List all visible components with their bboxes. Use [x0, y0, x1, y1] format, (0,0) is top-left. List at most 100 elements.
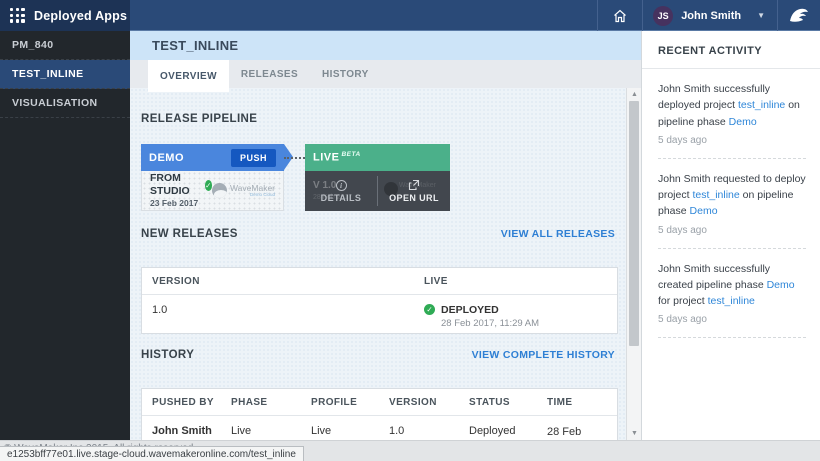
new-releases-table: VERSION LIVE 1.0 ✓ DEPLOYED 28 Feb 2017,…: [141, 267, 618, 334]
avatar: JS: [653, 6, 673, 26]
activity-text-part: for project: [658, 295, 705, 307]
history-heading-row: HISTORY VIEW COMPLETE HISTORY: [141, 349, 615, 361]
table-row: 1.0 ✓ DEPLOYED 28 Feb 2017, 11:29 AM: [142, 295, 617, 330]
wavemaker-logo-button[interactable]: [778, 0, 820, 31]
column-profile: PROFILE: [301, 397, 379, 408]
deployed-apps-window: Deployed Apps JS John Smith ▼ PM_840 TES…: [0, 0, 820, 461]
tab-history[interactable]: HISTORY: [310, 60, 381, 88]
demo-source-label: FROM STUDIO: [150, 172, 200, 198]
pipeline-card-demo: DEMO PUSH FROM STUDIO ✓ 23 Feb 2017: [141, 144, 284, 211]
activity-item: John Smith successfully created pipeline…: [658, 249, 806, 339]
project-link[interactable]: test_inline: [708, 295, 755, 307]
activity-text: John Smith successfully created pipeline…: [658, 261, 806, 310]
activity-item: John Smith successfully deployed project…: [658, 69, 806, 159]
open-url-button[interactable]: OPEN URL: [378, 171, 450, 211]
history-time: 28 Feb 2017,: [537, 425, 617, 440]
phase-link[interactable]: Demo: [690, 205, 718, 217]
vertical-scrollbar[interactable]: ▲ ▼: [626, 88, 641, 440]
scrollbar-thumb[interactable]: [629, 101, 639, 346]
live-card-body: V 1.0 28 Feb 2017 WaveMaker i DETAILS OP…: [305, 171, 450, 211]
history-table-header: PUSHED BY PHASE PROFILE VERSION STATUS T…: [142, 389, 617, 416]
sidebar-item-test-inline[interactable]: TEST_INLINE: [0, 60, 130, 89]
page-header: TEST_INLINE: [130, 31, 641, 60]
activity-separator: [658, 337, 806, 338]
activity-text: John Smith requested to deploy project t…: [658, 171, 806, 220]
pipeline-connector-dotted-line: [284, 157, 305, 159]
apps-grid-icon[interactable]: [10, 8, 25, 23]
column-live: LIVE: [414, 276, 617, 287]
sidebar: PM_840 TEST_INLINE VISUALISATION: [0, 31, 130, 440]
history-status: Deployed: [459, 425, 537, 437]
tab-releases[interactable]: RELEASES: [229, 60, 310, 88]
tab-bar: OVERVIEW RELEASES HISTORY: [130, 60, 641, 88]
phase-link[interactable]: Demo: [729, 116, 757, 128]
release-version: 1.0: [142, 304, 414, 316]
deployed-status: DEPLOYED: [441, 304, 539, 318]
main-area: TEST_INLINE OVERVIEW RELEASES HISTORY RE…: [130, 31, 641, 440]
recent-activity-panel: RECENT ACTIVITY John Smith successfully …: [641, 31, 820, 440]
status-url: e1253bff77e01.live.stage-cloud.wavemaker…: [7, 449, 296, 460]
page-title: TEST_INLINE: [152, 38, 238, 53]
home-icon: [612, 8, 628, 24]
activity-timestamp: 5 days ago: [658, 314, 806, 325]
info-icon: i: [336, 180, 347, 191]
topbar: Deployed Apps JS John Smith ▼: [0, 0, 820, 31]
history-phase: Live: [221, 425, 301, 437]
sidebar-item-visualisation[interactable]: VISUALISATION: [0, 89, 130, 118]
column-version: VERSION: [379, 397, 459, 408]
user-name: John Smith: [681, 10, 741, 22]
activity-item: John Smith requested to deploy project t…: [658, 159, 806, 249]
pipeline-card-live: LIVEBETA V 1.0 28 Feb 2017 WaveMaker i D…: [305, 144, 450, 211]
demo-card-body: FROM STUDIO ✓ 23 Feb 2017 WaveMaker Demo…: [141, 171, 284, 211]
new-releases-heading-row: NEW RELEASES VIEW ALL RELEASES: [141, 228, 615, 240]
deployed-time: 28 Feb 2017, 11:29 AM: [441, 318, 539, 330]
details-label: DETAILS: [321, 193, 362, 203]
user-menu[interactable]: JS John Smith ▼: [643, 0, 777, 31]
activity-timestamp: 5 days ago: [658, 135, 806, 146]
new-releases-table-header: VERSION LIVE: [142, 268, 617, 295]
scroll-up-arrow[interactable]: ▲: [627, 88, 642, 101]
history-table: PUSHED BY PHASE PROFILE VERSION STATUS T…: [141, 388, 618, 440]
demo-date: 23 Feb 2017: [150, 198, 212, 209]
chevron-down-icon: ▼: [757, 11, 765, 20]
overview-content: RELEASE PIPELINE DEMO PUSH FROM STUDIO ✓…: [130, 88, 641, 440]
deployed-check-icon: ✓: [424, 304, 435, 315]
wavemaker-wave-icon: [789, 7, 809, 25]
view-complete-history-link[interactable]: VIEW COMPLETE HISTORY: [472, 349, 615, 361]
recent-activity-heading: RECENT ACTIVITY: [658, 45, 806, 57]
history-version: 1.0: [379, 425, 459, 437]
open-url-label: OPEN URL: [389, 193, 439, 203]
demo-phase-name: DEMO: [149, 152, 184, 164]
demo-card-header: DEMO PUSH: [141, 144, 284, 171]
sidebar-item-pm-840[interactable]: PM_840: [0, 31, 130, 60]
open-url-icon: [408, 179, 420, 191]
beta-badge: BETA: [341, 151, 360, 158]
project-link[interactable]: test_inline: [738, 99, 785, 111]
push-button[interactable]: PUSH: [231, 149, 276, 167]
topbar-actions: JS John Smith ▼: [597, 0, 820, 31]
browser-status-tooltip: e1253bff77e01.live.stage-cloud.wavemaker…: [0, 446, 304, 461]
column-pushed-by: PUSHED BY: [142, 397, 221, 408]
new-releases-heading: NEW RELEASES: [141, 228, 238, 240]
activity-text: John Smith successfully deployed project…: [658, 81, 806, 130]
activity-timestamp: 5 days ago: [658, 225, 806, 236]
project-link[interactable]: test_inline: [692, 189, 739, 201]
tab-overview[interactable]: OVERVIEW: [148, 60, 229, 92]
live-card-header: LIVEBETA: [305, 144, 450, 171]
column-version: VERSION: [142, 276, 414, 287]
release-pipeline-heading: RELEASE PIPELINE: [141, 113, 257, 125]
history-heading: HISTORY: [141, 349, 194, 361]
phase-link[interactable]: Demo: [767, 279, 795, 291]
column-status: STATUS: [459, 397, 537, 408]
history-pushed-by: John Smith: [142, 425, 221, 437]
live-phase-name: LIVEBETA: [313, 151, 361, 164]
view-all-releases-link[interactable]: VIEW ALL RELEASES: [501, 228, 615, 240]
brand-area: Deployed Apps: [0, 0, 130, 31]
history-profile-link[interactable]: Live: [301, 425, 379, 437]
home-button[interactable]: [598, 0, 642, 31]
scroll-down-arrow[interactable]: ▼: [627, 427, 642, 440]
column-time: TIME: [537, 397, 617, 408]
demo-source-block: FROM STUDIO ✓ 23 Feb 2017: [150, 172, 212, 209]
wavemaker-studio-logo: WaveMaker Demo Cloud: [212, 183, 275, 198]
details-button[interactable]: i DETAILS: [305, 171, 377, 211]
